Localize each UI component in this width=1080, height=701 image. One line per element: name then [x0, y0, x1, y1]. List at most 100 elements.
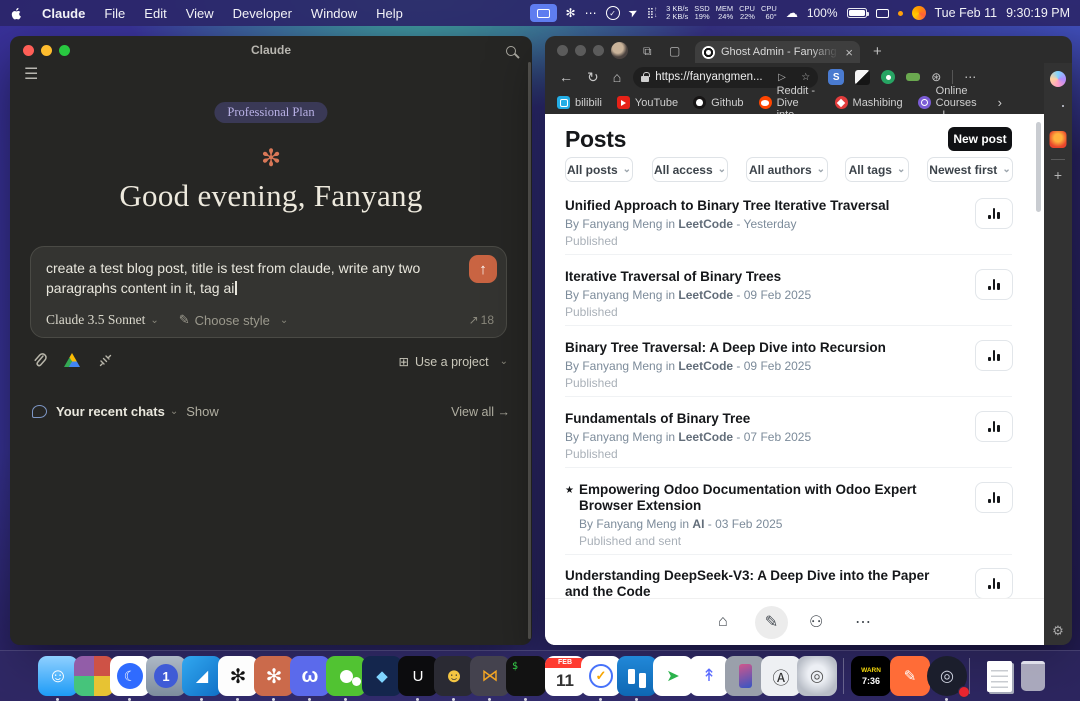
model-selector[interactable]: Claude 3.5 Sonnet	[46, 312, 145, 328]
dock-icon-trello[interactable]	[617, 656, 657, 696]
extension-cookie-icon[interactable]	[931, 71, 941, 83]
menu-edit[interactable]: Edit	[144, 6, 166, 21]
post-title[interactable]: Unified Approach to Binary Tree Iterativ…	[565, 198, 955, 214]
dock-icon-rocket-app[interactable]: ↟	[689, 656, 729, 696]
post-row[interactable]: Iterative Traversal of Binary Trees By F…	[565, 269, 1012, 319]
post-row[interactable]: Unified Approach to Binary Tree Iterativ…	[565, 198, 1012, 248]
hamburger-menu-icon[interactable]	[24, 64, 38, 84]
dock-icon-wechat[interactable]	[326, 656, 366, 696]
system-stats[interactable]: 3 KB/s2 KB/s SSD19% MEM24% CPU22% CPU60°	[666, 5, 777, 22]
post-row[interactable]: Empowering Odoo Documentation with Odoo …	[579, 482, 1012, 548]
tab-group-icon[interactable]: ⧉	[643, 44, 652, 59]
dock-icon-dark-app[interactable]: U	[398, 656, 438, 696]
post-title[interactable]: Binary Tree Traversal: A Deep Dive into …	[565, 340, 955, 356]
post-analytics-button[interactable]	[975, 482, 1013, 513]
dock-icon-launchpad[interactable]	[74, 656, 114, 696]
paperclip-icon[interactable]	[32, 352, 47, 368]
bookmark-github[interactable]: Github	[693, 96, 743, 109]
menu-app-name[interactable]: Claude	[42, 6, 85, 21]
dock-icon-butterfly-app[interactable]: ⋈	[470, 656, 510, 696]
recent-chats-title[interactable]: Your recent chats	[56, 404, 165, 419]
firefox-menubar-icon[interactable]	[912, 6, 926, 20]
dock-icon-blue-app[interactable]: ◆	[362, 656, 402, 696]
bookmark-youtube[interactable]: YouTube	[617, 96, 678, 109]
more-icon[interactable]	[855, 612, 871, 632]
menu-view[interactable]: View	[186, 6, 214, 21]
dock-icon-ticktick[interactable]: ✓	[581, 656, 621, 696]
url-text[interactable]: https://fanyangmen...	[655, 71, 762, 83]
use-project-button[interactable]: Use a project	[398, 354, 508, 369]
dock-icon-green-arrow-app[interactable]: ➤	[653, 656, 693, 696]
new-post-button[interactable]: New post	[948, 127, 1012, 151]
filter-all-tags[interactable]: All tags	[845, 157, 909, 182]
cloud-icon[interactable]: ☁	[786, 7, 798, 19]
post-title[interactable]: Fundamentals of Binary Tree	[565, 411, 955, 427]
more-menubar-icon[interactable]	[585, 7, 597, 19]
dashboard-home-icon[interactable]	[718, 613, 728, 631]
dock-icon-iphone-mirroring[interactable]	[725, 656, 765, 696]
menubar-clock[interactable]: 9:30:19 PM	[1006, 6, 1070, 20]
check-menubar-icon[interactable]: ✓	[606, 6, 620, 20]
apple-menu-icon[interactable]	[10, 7, 23, 20]
home-button[interactable]	[613, 69, 621, 85]
browser-tab-ghost-admin[interactable]: Ghost Admin - Fanyang Meng's	[695, 41, 860, 63]
extension-green-icon[interactable]	[881, 70, 895, 84]
reload-button[interactable]	[587, 69, 599, 86]
google-drive-icon[interactable]	[64, 353, 80, 367]
display-icon[interactable]	[876, 9, 889, 18]
post-analytics-button[interactable]	[975, 198, 1013, 229]
post-title[interactable]: Iterative Traversal of Binary Trees	[565, 269, 955, 285]
posts-edit-icon[interactable]	[755, 606, 788, 639]
dock-icon-moon-app[interactable]: ☾	[110, 656, 150, 696]
members-icon[interactable]	[809, 612, 823, 632]
copilot-icon[interactable]	[1050, 71, 1066, 87]
bookmark-mashibing[interactable]: Mashibing	[835, 96, 903, 109]
dock-icon-istat-widget[interactable]: WARN 7:36	[851, 656, 891, 696]
post-title[interactable]: Empowering Odoo Documentation with Odoo …	[579, 482, 949, 514]
sidebar-reddit-icon[interactable]	[1050, 131, 1067, 148]
bookmarks-overflow-icon[interactable]	[998, 95, 1002, 110]
connect-apps-icon[interactable]	[97, 352, 113, 368]
dock-icon-discord[interactable]: ω	[290, 656, 330, 696]
filter-all-posts[interactable]: All posts	[565, 157, 633, 182]
filter-sort-order[interactable]: Newest first	[927, 157, 1013, 182]
dock-icon-chatgpt[interactable]: ✻	[218, 656, 258, 696]
dock-icon-terminal[interactable]: $	[506, 656, 546, 696]
dock-icon-pen-app[interactable]: ✎	[890, 656, 930, 696]
menu-developer[interactable]: Developer	[233, 6, 292, 21]
dock-icon-trash[interactable]	[1013, 656, 1053, 696]
minimize-window-button[interactable]	[575, 45, 586, 56]
close-window-button[interactable]	[557, 45, 568, 56]
post-row[interactable]: Fundamentals of Binary Tree By Fanyang M…	[565, 411, 1012, 461]
extension-bw-icon[interactable]	[855, 70, 870, 85]
vertical-tabs-icon[interactable]: ▢	[669, 44, 680, 58]
dock-icon-bee-app[interactable]: ☻	[434, 656, 474, 696]
post-title[interactable]: Understanding DeepSeek-V3: A Deep Dive i…	[565, 568, 955, 600]
post-analytics-button[interactable]	[975, 269, 1013, 300]
bookmark-bilibili[interactable]: bilibili	[557, 96, 602, 109]
filter-all-authors[interactable]: All authors	[746, 157, 828, 182]
profile-avatar[interactable]	[611, 42, 628, 59]
search-icon[interactable]	[506, 46, 516, 56]
send-button[interactable]	[469, 255, 497, 283]
screen-sharing-icon[interactable]	[530, 4, 557, 22]
page-scrollbar[interactable]	[1036, 122, 1041, 212]
media-cast-icon[interactable]	[778, 72, 786, 83]
post-analytics-button[interactable]	[975, 340, 1013, 371]
menu-file[interactable]: File	[104, 6, 125, 21]
openai-menubar-icon[interactable]	[566, 7, 576, 19]
battery-icon[interactable]	[847, 8, 867, 18]
sidebar-settings-icon[interactable]	[1052, 623, 1064, 639]
post-row[interactable]: Binary Tree Traversal: A Deep Dive into …	[565, 340, 1012, 390]
menu-help[interactable]: Help	[376, 6, 403, 21]
stats-grid-icon[interactable]: ⣿↑↓	[647, 7, 657, 19]
dock-icon-vscode[interactable]: ◢	[182, 656, 222, 696]
dock-icon-obs[interactable]: ◎	[927, 656, 967, 696]
zoom-window-button[interactable]	[593, 45, 604, 56]
filter-all-access[interactable]: All access	[652, 157, 728, 182]
claude-scrollbar[interactable]	[528, 62, 531, 639]
style-selector[interactable]: Choose style	[179, 312, 288, 328]
show-toggle[interactable]: Show	[186, 404, 219, 419]
browser-menu-icon[interactable]	[964, 71, 976, 83]
sidebar-add-icon[interactable]	[1054, 167, 1062, 183]
